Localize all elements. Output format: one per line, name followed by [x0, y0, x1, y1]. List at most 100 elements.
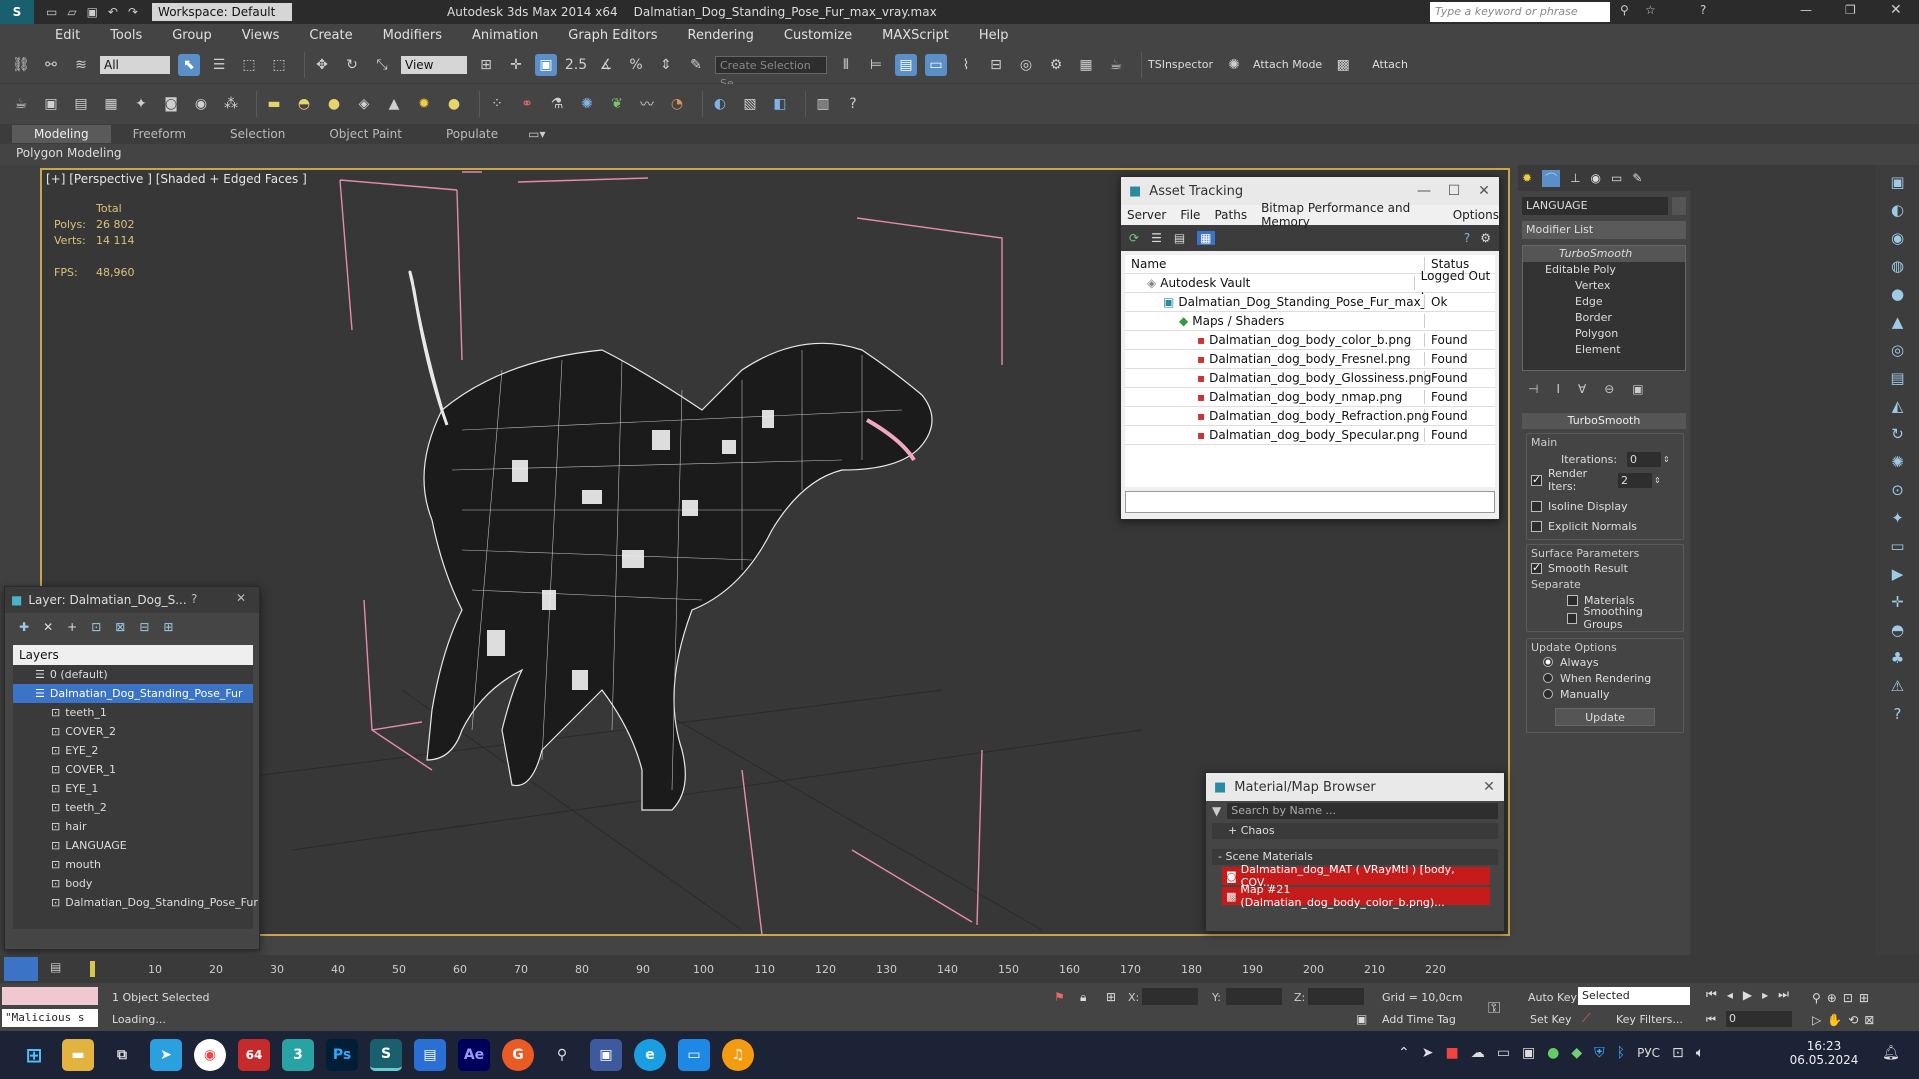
play-icon[interactable]: ▶: [1743, 988, 1752, 1002]
displacement-icon[interactable]: ⚗: [546, 93, 568, 115]
minimize-icon[interactable]: —: [1800, 3, 1812, 17]
select-by-name-icon[interactable]: ☰: [208, 54, 230, 76]
key-icon[interactable]: ⚿: [1488, 998, 1500, 1018]
new-layer-icon[interactable]: ✚: [19, 620, 29, 634]
layer-item[interactable]: ⊡ teeth_1: [13, 703, 253, 722]
time-slider[interactable]: [4, 957, 38, 981]
layer-close-icon[interactable]: ✕: [236, 591, 246, 605]
key-mode-dropdown[interactable]: Selected: [1578, 987, 1690, 1005]
attach-mode-button[interactable]: Attach Mode: [1253, 58, 1322, 71]
render-production-icon[interactable]: ☕: [1105, 54, 1127, 76]
attach-button[interactable]: Attach: [1372, 58, 1408, 71]
menu-create[interactable]: Create: [309, 28, 352, 43]
proxy-icon[interactable]: ⚭: [516, 93, 538, 115]
table-view-icon[interactable]: ▦: [1197, 231, 1215, 245]
camera-icon[interactable]: ◙: [160, 93, 182, 115]
star-icon[interactable]: ☆: [1645, 3, 1656, 17]
rollout-title[interactable]: TurboSmooth: [1522, 413, 1686, 429]
vray-proxy-icon[interactable]: ◎: [1891, 341, 1904, 359]
task-view-icon[interactable]: ⧉: [106, 1039, 138, 1071]
stack-editable-poly[interactable]: Editable Poly: [1523, 262, 1685, 278]
motion-tab-icon[interactable]: ◉: [1591, 171, 1601, 185]
menu-modifiers[interactable]: Modifiers: [383, 28, 442, 43]
3dsmax-icon[interactable]: S: [370, 1039, 402, 1071]
menu-edit[interactable]: Edit: [55, 28, 80, 43]
refresh-icon[interactable]: ⟳: [1129, 231, 1139, 245]
vray-bulb-icon[interactable]: ✦: [1891, 509, 1904, 527]
help-icon[interactable]: ?: [1700, 3, 1706, 17]
calculator-icon[interactable]: ▦: [100, 93, 122, 115]
prev-frame-icon[interactable]: ◂: [1727, 988, 1733, 1002]
show-end-result-icon[interactable]: Ⅰ: [1556, 382, 1560, 396]
spinner-arrows-icon[interactable]: ⇕: [1654, 476, 1661, 485]
settings-icon[interactable]: ⚙: [1480, 231, 1491, 245]
vray-frame-icon[interactable]: ▶: [1892, 565, 1904, 583]
key-mode-icon[interactable]: ⏮: [1706, 1013, 1716, 1027]
mirror-icon[interactable]: ⫴: [835, 54, 857, 76]
select-object-icon[interactable]: ⬉: [178, 53, 200, 76]
lightmix-icon[interactable]: ▧: [739, 93, 761, 115]
vray-camera-icon[interactable]: ▣: [1890, 173, 1904, 191]
globe-icon[interactable]: ✺: [576, 93, 598, 115]
app-logo-icon[interactable]: S: [0, 0, 34, 24]
tray-app-icon[interactable]: ●: [1547, 1045, 1559, 1061]
file-explorer-icon[interactable]: ▬: [62, 1039, 94, 1071]
layer-item[interactable]: ⊡ EYE_1: [13, 779, 253, 798]
notepad-icon[interactable]: ▤: [414, 1039, 446, 1071]
attach-mode-icon[interactable]: ✺: [1223, 54, 1245, 76]
render-iters-spinner[interactable]: 2: [1618, 472, 1652, 488]
zoom-all-icon[interactable]: ⊕: [1827, 991, 1837, 1005]
snap-toggle-icon[interactable]: 2.5: [565, 54, 587, 76]
add-to-layer-icon[interactable]: +: [67, 620, 77, 634]
hair-icon[interactable]: 〰: [636, 93, 658, 115]
isoline-checkbox[interactable]: [1531, 500, 1542, 512]
particles-icon[interactable]: ⁂: [220, 93, 242, 115]
telegram-icon[interactable]: ➤: [150, 1039, 182, 1071]
remove-modifier-icon[interactable]: ⊖: [1604, 382, 1614, 396]
notifications-icon[interactable]: 🔔︎: [1882, 1045, 1900, 1061]
vray-fur-icon[interactable]: ▤: [1890, 369, 1904, 387]
zoom-icon[interactable]: ⚲: [1812, 991, 1821, 1005]
help-icon[interactable]: ?: [1464, 231, 1470, 245]
start-icon[interactable]: ⊞: [18, 1039, 50, 1071]
maximize-icon[interactable]: ❐: [1845, 3, 1856, 17]
tab-object-paint[interactable]: Object Paint: [307, 125, 424, 143]
cone-light-icon[interactable]: ▲: [383, 93, 405, 115]
tray-send-icon[interactable]: ➤: [1422, 1045, 1434, 1061]
menu-animation[interactable]: Animation: [472, 28, 538, 43]
ribbon-toggle-icon[interactable]: ▭: [925, 53, 947, 76]
redo-icon[interactable]: ↷: [128, 5, 138, 19]
photoshop-icon[interactable]: Ps: [326, 1039, 358, 1071]
teapot-icon[interactable]: ☕: [10, 93, 32, 115]
table-row[interactable]: ◆ Maps / Shaders: [1125, 312, 1495, 331]
stack-edge[interactable]: Edge: [1523, 294, 1685, 310]
table-row[interactable]: ▪ Dalmatian_dog_body_Glossiness.png Found: [1125, 369, 1495, 388]
workspace-dropdown[interactable]: Workspace: Default: [152, 3, 293, 21]
table-row[interactable]: ▣ Dalmatian_Dog_Standing_Pose_Fur_max_vr.…: [1125, 293, 1495, 312]
light-bulb-icon[interactable]: ✦: [130, 93, 152, 115]
stack-element[interactable]: Element: [1523, 342, 1685, 358]
layer-manager-icon[interactable]: ▤: [895, 53, 917, 76]
ref-coord-dropdown[interactable]: View: [401, 55, 467, 74]
object-name-field[interactable]: LANGUAGE: [1522, 197, 1668, 215]
undo-icon[interactable]: ↶: [108, 5, 118, 19]
tray-nvidia-icon[interactable]: ◆: [1571, 1045, 1582, 1061]
menu-tools[interactable]: Tools: [110, 28, 142, 43]
search-by-name-input[interactable]: Search by Name ...: [1227, 803, 1498, 819]
unlink-icon[interactable]: ⚯: [40, 54, 62, 76]
store-icon[interactable]: ▭: [678, 1039, 710, 1071]
update-button[interactable]: Update: [1555, 708, 1655, 726]
tray-chevron-icon[interactable]: ⌃: [1398, 1045, 1410, 1061]
set-key-button[interactable]: Set Key: [1530, 1013, 1572, 1026]
layer-item[interactable]: ⊡ teeth_2: [13, 798, 253, 817]
object-color-swatch[interactable]: [1672, 197, 1686, 215]
headphones-icon[interactable]: ♫: [722, 1039, 754, 1071]
isolate-icon[interactable]: ⚑: [1054, 990, 1065, 1004]
track-view-icon[interactable]: ▤: [50, 960, 61, 974]
checker-icon[interactable]: ▩: [1332, 54, 1354, 76]
settings-panel-icon[interactable]: ▥: [812, 93, 834, 115]
zoom-extents-all-icon[interactable]: ⊞: [1859, 991, 1869, 1005]
key-filters-button[interactable]: Key Filters...: [1616, 1013, 1683, 1026]
tab-freeform[interactable]: Freeform: [111, 125, 208, 143]
scale-icon[interactable]: ⤡: [371, 54, 393, 76]
